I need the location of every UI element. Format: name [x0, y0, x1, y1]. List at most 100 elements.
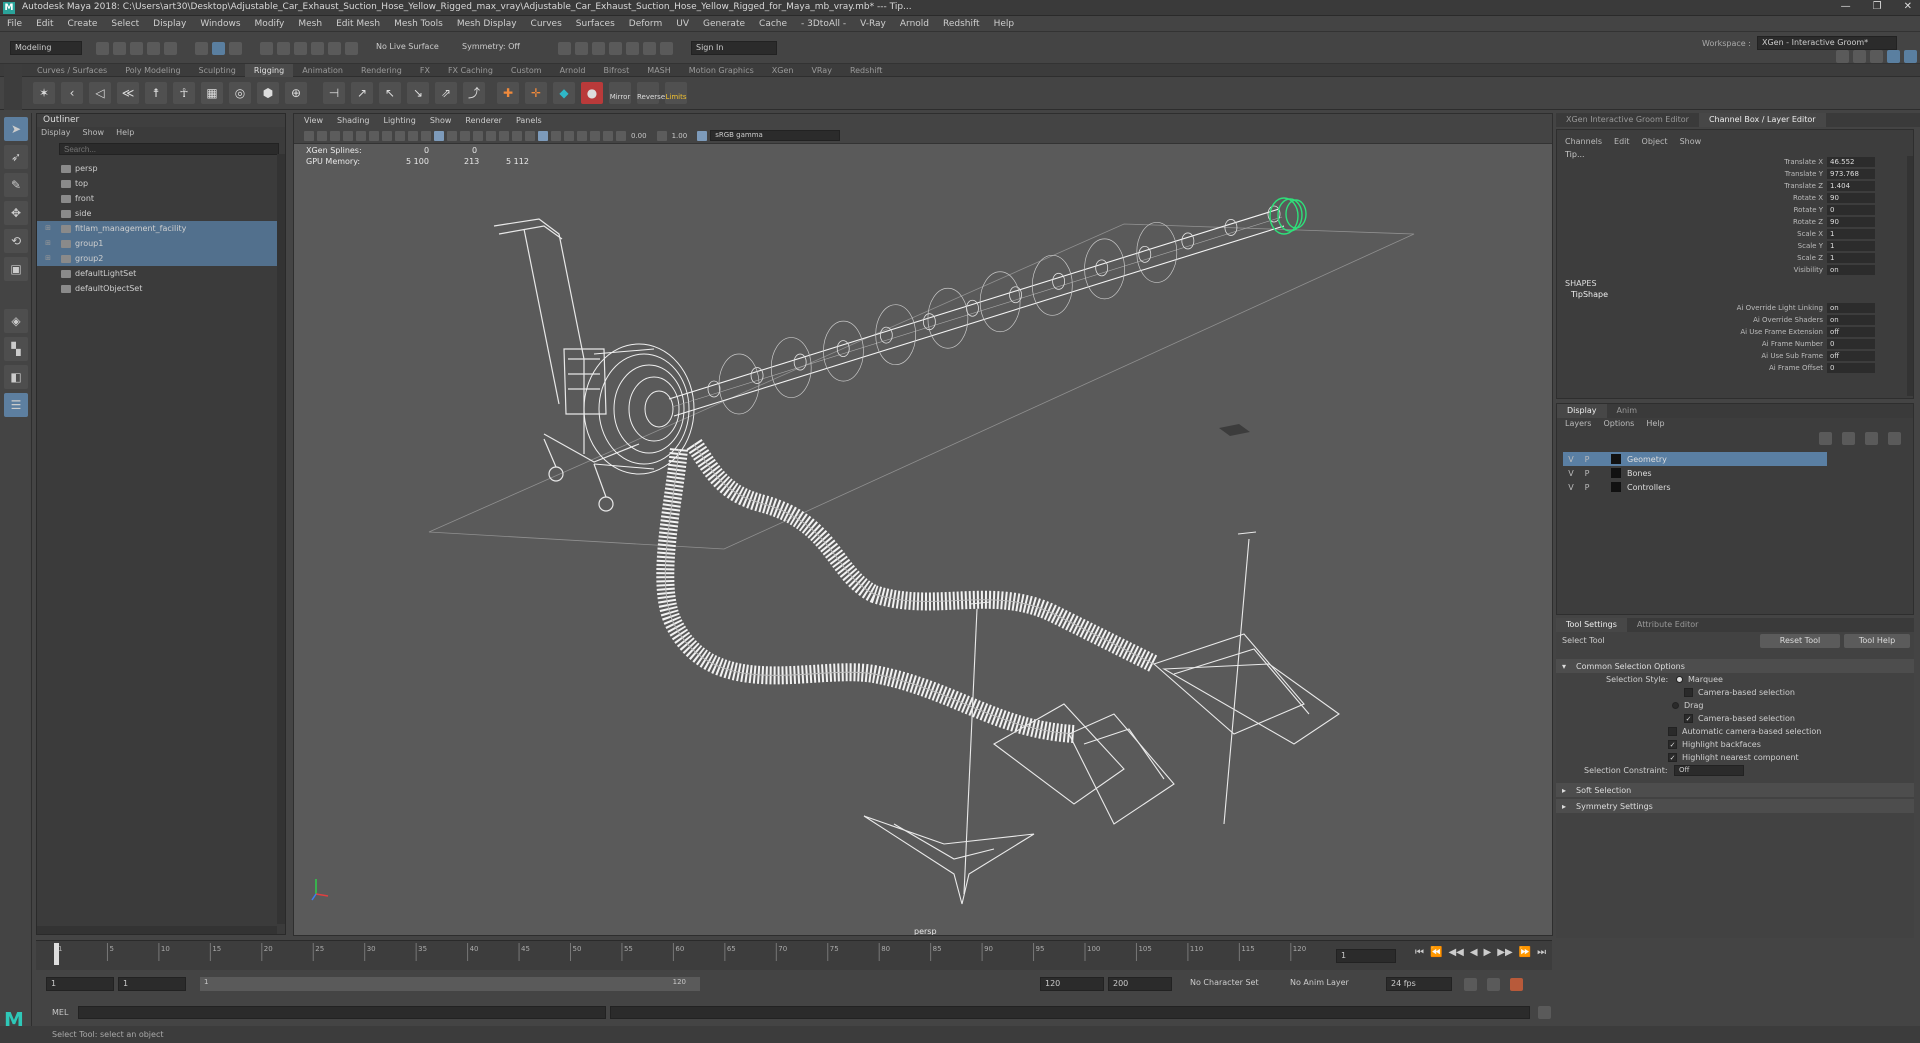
layer-visibility-toggle[interactable]: V — [1563, 469, 1579, 478]
tab-attribute-editor[interactable]: Attribute Editor — [1627, 618, 1709, 632]
outliner-layout-icon[interactable]: ☰ — [4, 393, 28, 417]
channel-value[interactable]: on — [1827, 303, 1875, 313]
channel-row[interactable]: Ai Use Sub Frame off — [1657, 350, 1875, 362]
outliner-menu-display[interactable]: Display — [41, 127, 71, 139]
new-layer-selected-icon[interactable] — [1888, 432, 1901, 445]
shelf-tab-animation[interactable]: Animation — [293, 64, 352, 77]
menu-display[interactable]: Display — [146, 16, 193, 32]
lattice-icon[interactable]: ▦ — [201, 82, 223, 104]
xray-icon[interactable] — [577, 130, 587, 141]
menu-surfaces[interactable]: Surfaces — [569, 16, 622, 32]
wrap-icon[interactable]: ◎ — [229, 82, 251, 104]
field-chart-icon[interactable] — [408, 130, 418, 141]
color-management-icon[interactable] — [697, 130, 708, 141]
controller-circle[interactable] — [1136, 222, 1178, 283]
sign-in-button[interactable]: Sign In — [691, 41, 777, 55]
snap-curve-icon[interactable] — [277, 41, 290, 55]
shelf-options-icon[interactable] — [4, 64, 22, 110]
move-tool-icon[interactable]: ✥ — [4, 201, 28, 225]
cross-locator-icon[interactable]: ✛ — [525, 82, 547, 104]
menu-uv[interactable]: UV — [669, 16, 696, 32]
controller-circle[interactable] — [718, 353, 760, 415]
film-gate-icon[interactable] — [369, 130, 379, 141]
controller-circle[interactable] — [823, 320, 864, 382]
channel-box-icon[interactable] — [1904, 50, 1917, 63]
tab-display-layers[interactable]: Display — [1557, 404, 1607, 418]
highlight-nearest-checkbox[interactable]: ✓ — [1668, 753, 1677, 762]
menu-cache[interactable]: Cache — [752, 16, 794, 32]
new-layer-icon[interactable] — [1865, 432, 1878, 445]
hypershade-icon[interactable] — [609, 41, 622, 55]
red-tool-icon[interactable]: ● — [581, 82, 603, 104]
open-scene-icon[interactable] — [113, 41, 126, 55]
outliner-menu-show[interactable]: Show — [83, 127, 105, 139]
redo-icon[interactable] — [164, 41, 177, 55]
channel-value[interactable]: 90 — [1827, 217, 1875, 227]
menu-file[interactable]: File — [0, 16, 29, 32]
controller-circle[interactable] — [979, 271, 1021, 333]
channels-object-menu[interactable]: Object — [1642, 136, 1668, 148]
ik-spline-icon[interactable]: ◁ — [89, 82, 111, 104]
menu-curves[interactable]: Curves — [524, 16, 569, 32]
channel-row[interactable]: Scale Z 1 — [1657, 252, 1875, 264]
mel-label[interactable]: MEL — [52, 1008, 68, 1017]
viewport-menu-renderer[interactable]: Renderer — [465, 114, 502, 128]
mel-input[interactable] — [78, 1005, 607, 1019]
select-hierarchy-icon[interactable] — [195, 41, 208, 55]
maximize-button[interactable]: ❐ — [1873, 1, 1882, 12]
script-editor-icon[interactable] — [1538, 1005, 1552, 1019]
minimize-button[interactable]: — — [1841, 1, 1851, 12]
select-component-icon[interactable] — [229, 41, 242, 55]
viewport-panel[interactable]: View Shading Lighting Show Renderer Panels 0.… — [293, 113, 1553, 936]
current-time-indicator[interactable] — [54, 943, 59, 965]
render-settings-icon[interactable] — [592, 41, 605, 55]
layer-visibility-toggle[interactable]: V — [1563, 455, 1579, 464]
outliner-search-input[interactable] — [59, 143, 279, 155]
channel-row[interactable]: Scale Y 1 — [1657, 240, 1875, 252]
layer-help-menu[interactable]: Help — [1646, 418, 1664, 430]
humanik-icon[interactable]: ☨ — [145, 82, 167, 104]
ipr-render-icon[interactable] — [575, 41, 588, 55]
playback-button-5-icon[interactable]: ▶▶ — [1497, 947, 1512, 958]
channel-value[interactable]: on — [1827, 315, 1875, 325]
resolution-gate-icon[interactable] — [382, 130, 392, 141]
two-view-icon[interactable]: ◧ — [4, 365, 28, 389]
playback-button-0-icon[interactable]: ⏮ — [1415, 947, 1424, 958]
menu-mesh-display[interactable]: Mesh Display — [450, 16, 524, 32]
mirror-joints-icon[interactable]: Mirror — [609, 82, 631, 104]
undo-icon[interactable] — [147, 41, 160, 55]
tab-tool-settings[interactable]: Tool Settings — [1556, 618, 1627, 632]
channel-value[interactable]: 0 — [1827, 205, 1875, 215]
shelf-tab-redshift[interactable]: Redshift — [841, 64, 891, 77]
constraint-pole-icon[interactable]: ⤴ — [463, 82, 485, 104]
layer-playback-toggle[interactable]: P — [1579, 455, 1595, 464]
shelf-tab-curves-surfaces[interactable]: Curves / Surfaces — [28, 64, 116, 77]
constraint-orient-icon[interactable]: ↖ — [379, 82, 401, 104]
layer-row[interactable]: V P Bones — [1563, 466, 1827, 480]
layer-color-swatch[interactable] — [1611, 482, 1621, 492]
tab-channel-box[interactable]: Channel Box / Layer Editor — [1698, 113, 1826, 127]
snap-grid-icon[interactable] — [260, 41, 273, 55]
playback-button-2-icon[interactable]: ◀◀ — [1448, 947, 1463, 958]
reset-tool-button[interactable]: Reset Tool — [1760, 634, 1840, 648]
channel-value[interactable]: off — [1827, 351, 1875, 361]
tab-anim-layers[interactable]: Anim — [1607, 404, 1648, 418]
camera-based-checkbox-2[interactable]: ✓ — [1684, 714, 1693, 723]
anim-prefs-icon[interactable] — [1510, 977, 1523, 991]
depth-of-field-icon[interactable] — [551, 130, 561, 141]
outliner-menu-help[interactable]: Help — [116, 127, 134, 139]
channel-row[interactable]: Rotate Y 0 — [1657, 204, 1875, 216]
menu-generate[interactable]: Generate — [696, 16, 752, 32]
scale-tool-icon[interactable]: ▣ — [4, 257, 28, 281]
shelf-tab-rendering[interactable]: Rendering — [352, 64, 411, 77]
symmetry-settings-section[interactable]: ▸ Symmetry Settings — [1556, 799, 1914, 813]
blend-shape-icon[interactable]: ⊕ — [285, 82, 307, 104]
expand-icon[interactable]: ⊞ — [43, 221, 53, 236]
menu-v-ray[interactable]: V-Ray — [853, 16, 893, 32]
channel-row[interactable]: Translate Y 973.768 — [1657, 168, 1875, 180]
layers-menu[interactable]: Layers — [1565, 418, 1591, 430]
constraint-scale-icon[interactable]: ↘ — [407, 82, 429, 104]
viewport-menu-lighting[interactable]: Lighting — [383, 114, 415, 128]
common-selection-section[interactable]: ▾ Common Selection Options — [1556, 659, 1914, 673]
outliner-scrollbar[interactable] — [277, 154, 285, 924]
